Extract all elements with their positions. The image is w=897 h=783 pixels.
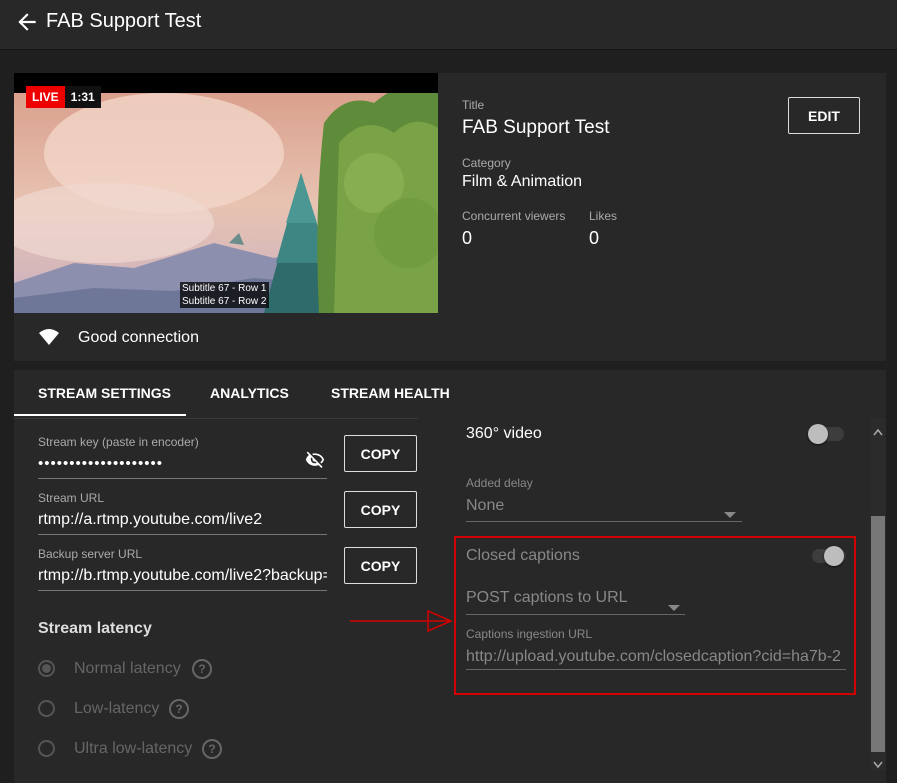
wifi-icon <box>38 327 60 352</box>
copy-stream-key-button[interactable]: COPY <box>344 435 417 472</box>
stream-url-underline <box>38 534 327 535</box>
ultra-low-latency-label: Ultra low-latency <box>74 740 193 757</box>
tab-divider <box>14 418 418 419</box>
live-badge: LIVE 1:31 <box>26 86 101 108</box>
radio-ultra-low-latency[interactable] <box>38 740 55 757</box>
scrollbar-thumb[interactable] <box>871 516 885 752</box>
tab-stream-settings[interactable]: STREAM SETTINGS <box>38 385 171 401</box>
backup-url-label: Backup server URL <box>38 547 143 561</box>
delay-select[interactable]: None <box>466 497 706 515</box>
stream-key-label: Stream key (paste in encoder) <box>38 435 199 449</box>
latency-heading: Stream latency <box>38 620 152 637</box>
title-value: FAB Support Test <box>462 117 610 138</box>
video-360-label: 360° video <box>466 425 542 442</box>
page-title: FAB Support Test <box>46 10 202 32</box>
elapsed-time: 1:31 <box>64 86 101 108</box>
edit-button[interactable]: EDIT <box>788 97 860 134</box>
category-value: Film & Animation <box>462 173 583 190</box>
stream-key-field[interactable]: •••••••••••••••••••• <box>38 455 298 472</box>
highlight-box <box>454 536 856 695</box>
delay-label: Added delay <box>466 476 533 490</box>
delay-underline <box>466 521 742 522</box>
connection-status: Good connection <box>78 329 199 346</box>
stream-key-underline <box>38 478 327 479</box>
category-label: Category <box>462 156 511 170</box>
tab-stream-health[interactable]: STREAM HEALTH <box>331 385 450 401</box>
stream-url-label: Stream URL <box>38 491 105 505</box>
backup-url-field[interactable]: rtmp://b.rtmp.youtube.com/live2?backup=1 <box>38 567 327 585</box>
active-tab-indicator <box>14 414 186 416</box>
viewers-value: 0 <box>462 228 473 248</box>
live-label: LIVE <box>26 86 65 108</box>
radio-low-latency[interactable] <box>38 700 55 717</box>
tab-analytics[interactable]: ANALYTICS <box>210 385 289 401</box>
copy-backup-url-button[interactable]: COPY <box>344 547 417 584</box>
help-icon[interactable]: ? <box>169 699 189 719</box>
copy-stream-url-button[interactable]: COPY <box>344 491 417 528</box>
normal-latency-label: Normal latency <box>74 660 181 677</box>
back-arrow-icon[interactable] <box>14 9 40 35</box>
likes-label: Likes <box>589 209 618 223</box>
backup-url-underline <box>38 590 327 591</box>
help-icon[interactable]: ? <box>192 659 212 679</box>
likes-value: 0 <box>589 228 600 248</box>
viewers-label: Concurrent viewers <box>462 209 566 223</box>
scroll-down-icon[interactable] <box>873 756 883 774</box>
stream-url-field[interactable]: rtmp://a.rtmp.youtube.com/live2 <box>38 511 327 529</box>
visibility-off-icon[interactable] <box>304 450 326 475</box>
video-preview[interactable] <box>14 73 438 313</box>
title-label: Title <box>462 98 485 112</box>
preview-image <box>14 73 438 313</box>
low-latency-label: Low-latency <box>74 700 160 717</box>
subtitle-row-2: Subtitle 67 - Row 2 <box>180 295 269 308</box>
radio-normal-latency[interactable] <box>38 660 55 677</box>
header-divider <box>0 49 897 50</box>
scroll-up-icon[interactable] <box>873 423 883 441</box>
arrow-right-icon <box>350 609 454 637</box>
subtitle-row-1: Subtitle 67 - Row 1 <box>180 282 269 295</box>
help-icon[interactable]: ? <box>202 739 222 759</box>
video-360-toggle[interactable] <box>808 424 828 444</box>
